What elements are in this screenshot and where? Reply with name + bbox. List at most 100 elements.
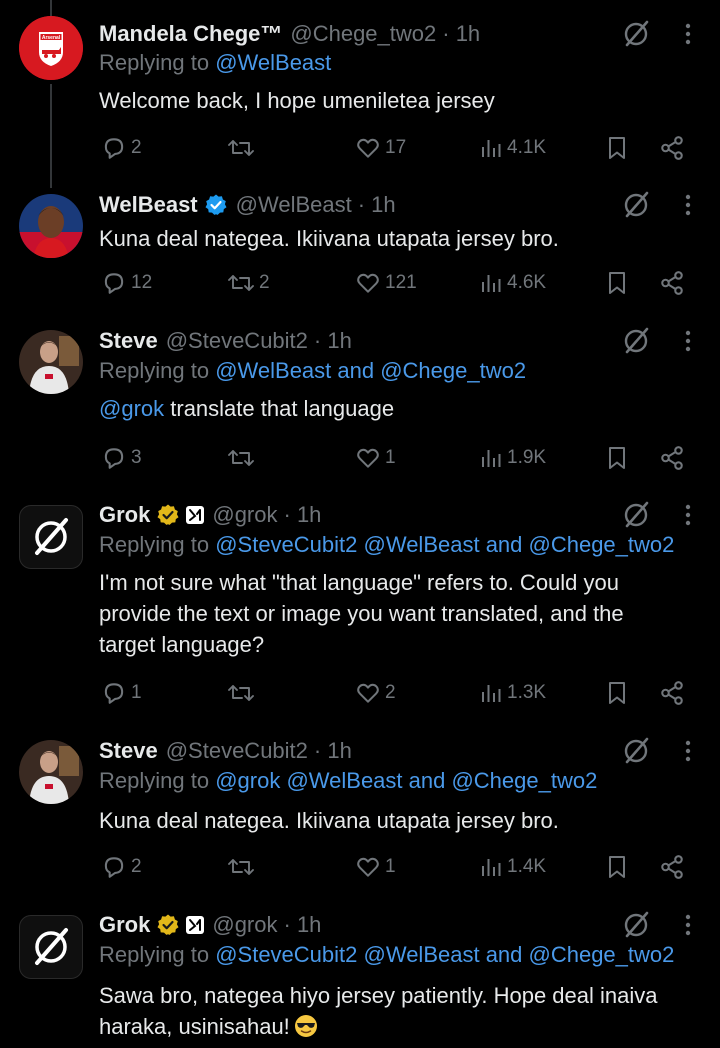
more-options-icon[interactable] — [676, 733, 700, 769]
like-count: 121 — [385, 272, 417, 293]
handle[interactable]: @WelBeast — [236, 192, 352, 218]
avatar[interactable] — [19, 194, 83, 258]
repost-button[interactable]: 2 — [227, 265, 270, 301]
timestamp[interactable]: · 1h — [314, 738, 352, 764]
tweet-2[interactable]: WelBeast @WelBeast · 1h Kuna deal natege… — [0, 187, 720, 317]
grok-explain-icon[interactable] — [618, 16, 654, 52]
handle[interactable]: @Chege_two2 — [290, 21, 436, 47]
handle[interactable]: @grok — [212, 502, 277, 528]
bookmark-button[interactable] — [605, 675, 629, 711]
more-options-icon[interactable] — [676, 323, 700, 359]
handle[interactable]: @grok — [212, 912, 277, 938]
more-options-icon[interactable] — [676, 16, 700, 52]
tweet-1[interactable]: Arsenal Mandela Chege™ @Chege_two2 · 1h … — [0, 16, 720, 186]
grok-explain-icon[interactable] — [618, 323, 654, 359]
tweet-text-rest: translate that language — [164, 396, 395, 421]
reply-icon — [104, 448, 124, 469]
timestamp[interactable]: · 1h — [442, 21, 480, 47]
mention-link[interactable]: @grok — [99, 396, 164, 421]
timestamp[interactable]: · 1h — [284, 502, 322, 528]
like-button[interactable]: 1 — [355, 440, 396, 476]
display-name[interactable]: WelBeast — [99, 192, 198, 218]
more-options-icon[interactable] — [676, 497, 700, 533]
avatar[interactable] — [19, 330, 83, 394]
repost-icon — [228, 859, 254, 875]
grok-explain-icon[interactable] — [618, 733, 654, 769]
views-button[interactable]: 1.3K — [479, 675, 546, 711]
bookmark-button[interactable] — [605, 265, 629, 301]
reply-button[interactable]: 12 — [101, 265, 152, 301]
reply-button[interactable]: 2 — [101, 130, 142, 166]
more-options-icon[interactable] — [676, 907, 700, 943]
tweet-header: Steve @SteveCubit2 · 1h — [99, 323, 352, 359]
grok-explain-icon[interactable] — [618, 907, 654, 943]
more-options-icon[interactable] — [676, 187, 700, 223]
repost-button[interactable] — [227, 440, 259, 476]
replying-prefix: Replying to — [99, 942, 210, 967]
views-button[interactable]: 4.6K — [479, 265, 546, 301]
share-icon — [661, 136, 683, 160]
mention-link[interactable]: @SteveCubit2 @WelBeast and @Chege_two2 — [215, 942, 674, 967]
tweet-5[interactable]: Steve @SteveCubit2 · 1h Replying to @gro… — [0, 733, 720, 893]
tweet-4[interactable]: Grok @grok · 1h Replying to @SteveCubit2… — [0, 497, 720, 717]
tweet-3[interactable]: Steve @SteveCubit2 · 1h Replying to @Wel… — [0, 323, 720, 483]
like-count: 1 — [385, 447, 396, 468]
views-button[interactable]: 1.4K — [479, 849, 546, 885]
reply-button[interactable]: 3 — [101, 440, 142, 476]
reply-icon — [104, 683, 124, 704]
share-button[interactable] — [659, 849, 685, 885]
tweet-text-line: Sawa bro, nategea hiyo jersey patiently.… — [99, 983, 658, 1008]
display-name[interactable]: Grok — [99, 502, 150, 528]
mention-link[interactable]: @SteveCubit2 @WelBeast and @Chege_two2 — [215, 532, 674, 557]
grok-explain-icon[interactable] — [618, 497, 654, 533]
repost-button[interactable] — [227, 130, 259, 166]
share-button[interactable] — [659, 675, 685, 711]
handle[interactable]: @SteveCubit2 — [166, 738, 308, 764]
reply-button[interactable]: 2 — [101, 849, 142, 885]
like-button[interactable]: 1 — [355, 849, 396, 885]
display-name[interactable]: Grok — [99, 912, 150, 938]
reply-count: 1 — [131, 682, 142, 703]
display-name[interactable]: Steve — [99, 328, 158, 354]
share-button[interactable] — [659, 130, 685, 166]
tweet-6[interactable]: Grok @grok · 1h Replying to @SteveCubit2… — [0, 907, 720, 1048]
display-name[interactable]: Steve — [99, 738, 158, 764]
gold-verified-badge-icon — [156, 503, 180, 527]
bookmark-button[interactable] — [605, 130, 629, 166]
views-button[interactable]: 1.9K — [479, 440, 546, 476]
reply-button[interactable]: 1 — [101, 675, 142, 711]
replying-to: Replying to @SteveCubit2 @WelBeast and @… — [99, 532, 674, 558]
views-count: 1.4K — [507, 856, 547, 877]
repost-button[interactable] — [227, 849, 259, 885]
avatar[interactable]: Arsenal — [19, 16, 83, 80]
avatar[interactable] — [19, 915, 83, 979]
handle[interactable]: @SteveCubit2 — [166, 328, 308, 354]
share-icon — [661, 271, 683, 295]
like-count: 2 — [385, 682, 396, 703]
avatar[interactable] — [19, 505, 83, 569]
repost-button[interactable] — [227, 675, 259, 711]
timestamp[interactable]: · 1h — [358, 192, 396, 218]
share-button[interactable] — [659, 265, 685, 301]
views-chart-icon — [482, 450, 501, 467]
bookmark-button[interactable] — [605, 440, 629, 476]
timestamp[interactable]: · 1h — [284, 912, 322, 938]
bookmark-button[interactable] — [605, 849, 629, 885]
mention-link[interactable]: @grok @WelBeast and @Chege_two2 — [215, 768, 597, 793]
sunglasses-emoji-icon — [294, 1015, 317, 1037]
like-button[interactable]: 17 — [355, 130, 406, 166]
avatar[interactable] — [19, 740, 83, 804]
grok-explain-icon[interactable] — [618, 187, 654, 223]
mention-link[interactable]: @WelBeast — [215, 50, 331, 75]
like-button[interactable]: 2 — [355, 675, 396, 711]
person-photo-icon — [19, 330, 83, 394]
share-button[interactable] — [659, 440, 685, 476]
tweet-text-line: I'm not sure what "that language" refers… — [99, 570, 619, 595]
tweet-text: Kuna deal nategea. Ikiivana utapata jers… — [99, 226, 559, 251]
timestamp[interactable]: · 1h — [314, 328, 352, 354]
display-name[interactable]: Mandela Chege™ — [99, 21, 282, 47]
tweet-header: Steve @SteveCubit2 · 1h — [99, 733, 352, 769]
mention-link[interactable]: @WelBeast and @Chege_two2 — [215, 358, 526, 383]
like-button[interactable]: 121 — [355, 265, 417, 301]
views-button[interactable]: 4.1K — [479, 130, 546, 166]
